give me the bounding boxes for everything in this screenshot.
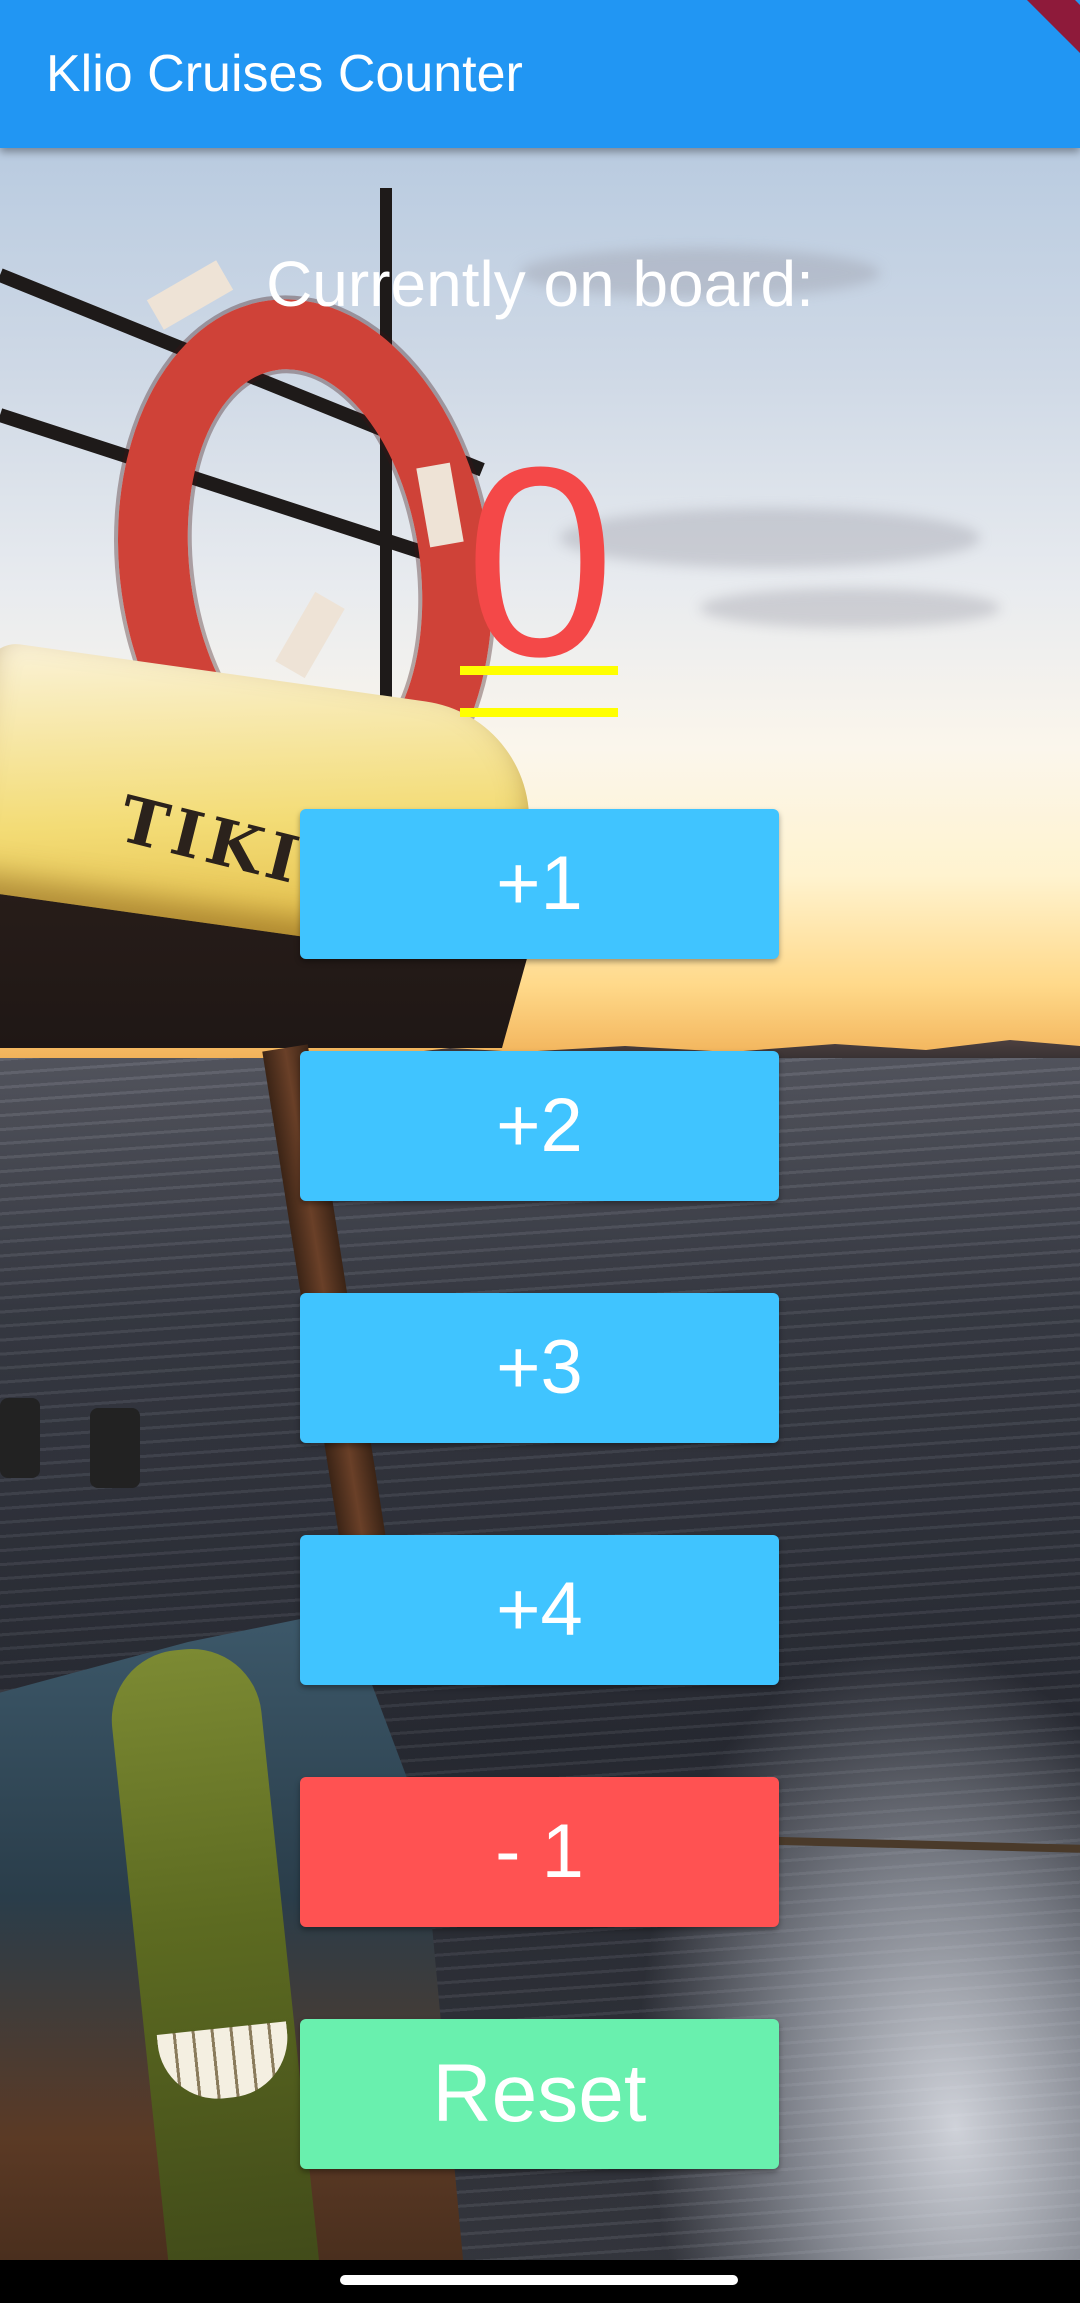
on-board-label: Currently on board: <box>266 248 814 320</box>
counter-panel: Currently on board: 0 +1 +2 +3 +4 - 1 Re… <box>0 148 1080 2303</box>
add-four-button[interactable]: +4 <box>300 1535 779 1685</box>
add-one-button[interactable]: +1 <box>300 809 779 959</box>
add-two-button[interactable]: +2 <box>300 1051 779 1201</box>
count-underline-bottom <box>460 708 618 717</box>
reset-button[interactable]: Reset <box>300 2019 779 2169</box>
count-underline-top <box>460 666 618 675</box>
app-screen: TIKI BAR Klio Cruises Counter Currently … <box>0 0 1080 2303</box>
add-three-button[interactable]: +3 <box>300 1293 779 1443</box>
app-bar: Klio Cruises Counter <box>0 0 1080 148</box>
subtract-one-button[interactable]: - 1 <box>300 1777 779 1927</box>
app-title: Klio Cruises Counter <box>46 45 523 103</box>
on-board-count: 0 <box>464 412 616 713</box>
home-gesture-handle[interactable] <box>340 2275 738 2285</box>
